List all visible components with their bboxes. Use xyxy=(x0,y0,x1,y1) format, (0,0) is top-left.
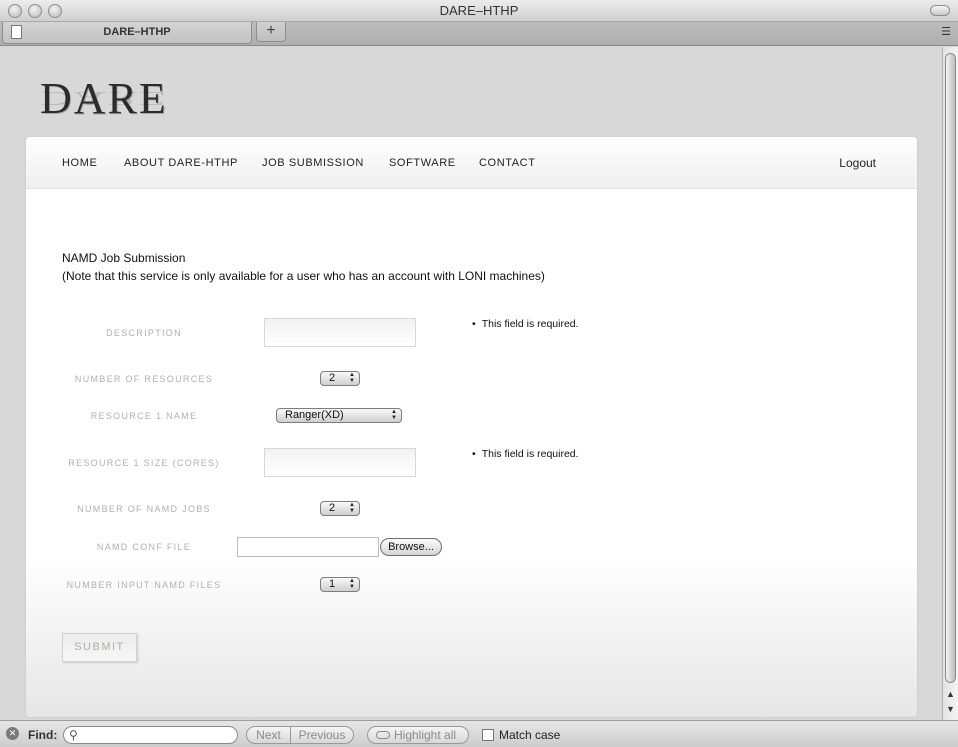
resource1-size-input[interactable] xyxy=(264,448,416,477)
tab-dare-hthp[interactable]: DARE–HTHP xyxy=(2,22,252,44)
namd-conf-label: NAMD CONF FILE xyxy=(96,542,192,552)
num-input-files-select[interactable]: 1 ▲ ▼ xyxy=(320,577,360,592)
tab-label: DARE–HTHP xyxy=(103,26,171,38)
page-title: NAMD Job Submission xyxy=(62,251,186,265)
nav-about[interactable]: ABOUT DARE-HTHP xyxy=(124,157,238,169)
resource1-size-label: RESOURCE 1 SIZE (CORES) xyxy=(68,458,220,468)
find-bar: ✕ Find: ⚲ Next Previous Highlight all Ma… xyxy=(0,720,958,747)
resource1-size-error: This field is required. xyxy=(472,448,579,460)
num-namd-jobs-label: NUMBER OF NAMD JOBS xyxy=(77,504,211,514)
vertical-scrollbar[interactable]: ▲ ▼ xyxy=(942,47,958,720)
close-find-bar-icon[interactable]: ✕ xyxy=(6,727,19,740)
select-arrows-icon: ▲ ▼ xyxy=(349,502,355,514)
new-tab-button[interactable]: + xyxy=(256,22,286,42)
highlight-icon xyxy=(376,731,390,739)
nav-contact[interactable]: CONTACT xyxy=(479,157,536,169)
num-resources-label: NUMBER OF RESOURCES xyxy=(74,374,214,384)
site-logo-reflection: DARE xyxy=(40,87,168,110)
num-resources-select[interactable]: 2 ▲ ▼ xyxy=(320,371,360,386)
window-titlebar: DARE–HTHP xyxy=(0,0,958,22)
namd-conf-file-input[interactable] xyxy=(237,537,379,557)
resource1-name-select[interactable]: Ranger(XD) ▲ ▼ xyxy=(276,408,402,423)
window-title: DARE–HTHP xyxy=(439,3,519,18)
scroll-down-icon[interactable]: ▼ xyxy=(946,704,955,714)
nav-job-submission[interactable]: JOB SUBMISSION xyxy=(262,157,364,169)
select-arrows-icon: ▲ ▼ xyxy=(349,372,355,384)
num-input-files-label: NUMBER INPUT NAMD FILES xyxy=(66,580,222,590)
tab-strip: DARE–HTHP + ☰ xyxy=(0,22,958,46)
nav-home[interactable]: HOME xyxy=(62,157,97,169)
num-input-files-value: 1 xyxy=(329,578,336,590)
find-previous-button[interactable]: Previous xyxy=(290,726,354,744)
browse-button[interactable]: Browse... xyxy=(380,538,442,556)
page-note: (Note that this service is only availabl… xyxy=(62,269,545,283)
search-icon: ⚲ xyxy=(69,728,78,742)
logout-link[interactable]: Logout xyxy=(839,156,876,170)
page-viewport: DARE DARE HOME ABOUT DARE-HTHP JOB SUBMI… xyxy=(0,47,942,720)
document-icon xyxy=(11,25,22,39)
highlight-all-label: Highlight all xyxy=(394,728,457,742)
description-input[interactable] xyxy=(264,318,416,347)
content-panel: HOME ABOUT DARE-HTHP JOB SUBMISSION SOFT… xyxy=(26,137,917,717)
submit-button[interactable]: SUBMIT xyxy=(62,633,137,662)
find-input[interactable]: ⚲ xyxy=(63,726,238,744)
num-resources-value: 2 xyxy=(329,372,336,384)
match-case-checkbox[interactable] xyxy=(482,729,494,741)
select-arrows-icon: ▲ ▼ xyxy=(391,409,397,421)
find-next-button[interactable]: Next xyxy=(246,726,291,744)
highlight-all-button[interactable]: Highlight all xyxy=(367,726,469,744)
resource1-name-value: Ranger(XD) xyxy=(285,409,344,421)
scrollbar-thumb[interactable] xyxy=(945,53,956,683)
num-namd-jobs-select[interactable]: 2 ▲ ▼ xyxy=(320,501,360,516)
num-namd-jobs-value: 2 xyxy=(329,502,336,514)
main-nav: HOME ABOUT DARE-HTHP JOB SUBMISSION SOFT… xyxy=(26,137,917,189)
description-error: This field is required. xyxy=(472,318,579,330)
match-case-label[interactable]: Match case xyxy=(499,728,560,742)
find-label: Find: xyxy=(28,728,58,742)
resource1-name-label: RESOURCE 1 NAME xyxy=(90,411,198,421)
nav-software[interactable]: SOFTWARE xyxy=(389,157,456,169)
description-label: DESCRIPTION xyxy=(106,328,182,338)
select-arrows-icon: ▲ ▼ xyxy=(349,578,355,590)
tab-list-icon[interactable]: ☰ xyxy=(938,25,954,39)
scroll-up-icon[interactable]: ▲ xyxy=(946,689,955,699)
toolbar-toggle-button[interactable] xyxy=(930,5,950,16)
